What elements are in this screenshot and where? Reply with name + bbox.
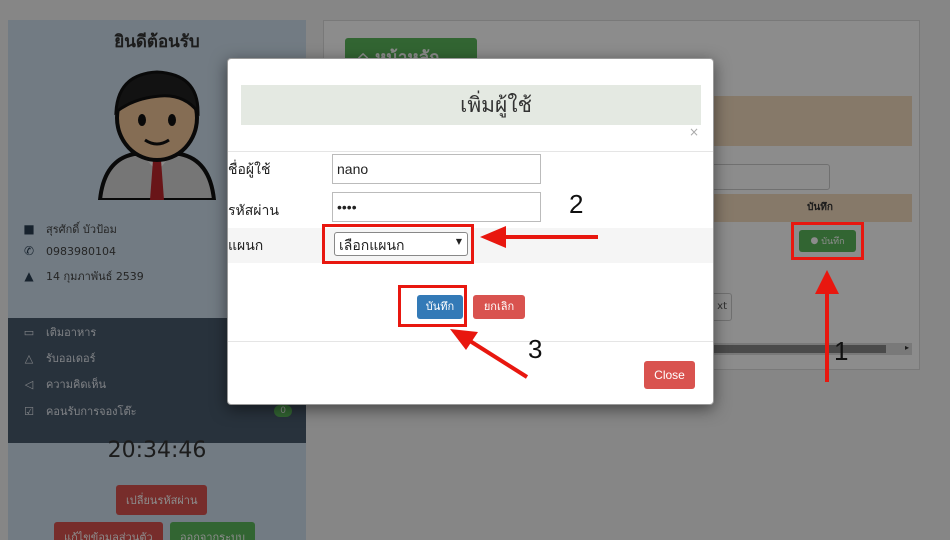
annotation-number-1: 1 [834,336,849,366]
annotation-number-3: 3 [528,334,543,364]
annotation-arrows [450,226,839,382]
arrow-step-2 [480,226,598,248]
annotation-number-2: 2 [569,189,584,219]
arrow-step-3 [450,329,529,379]
